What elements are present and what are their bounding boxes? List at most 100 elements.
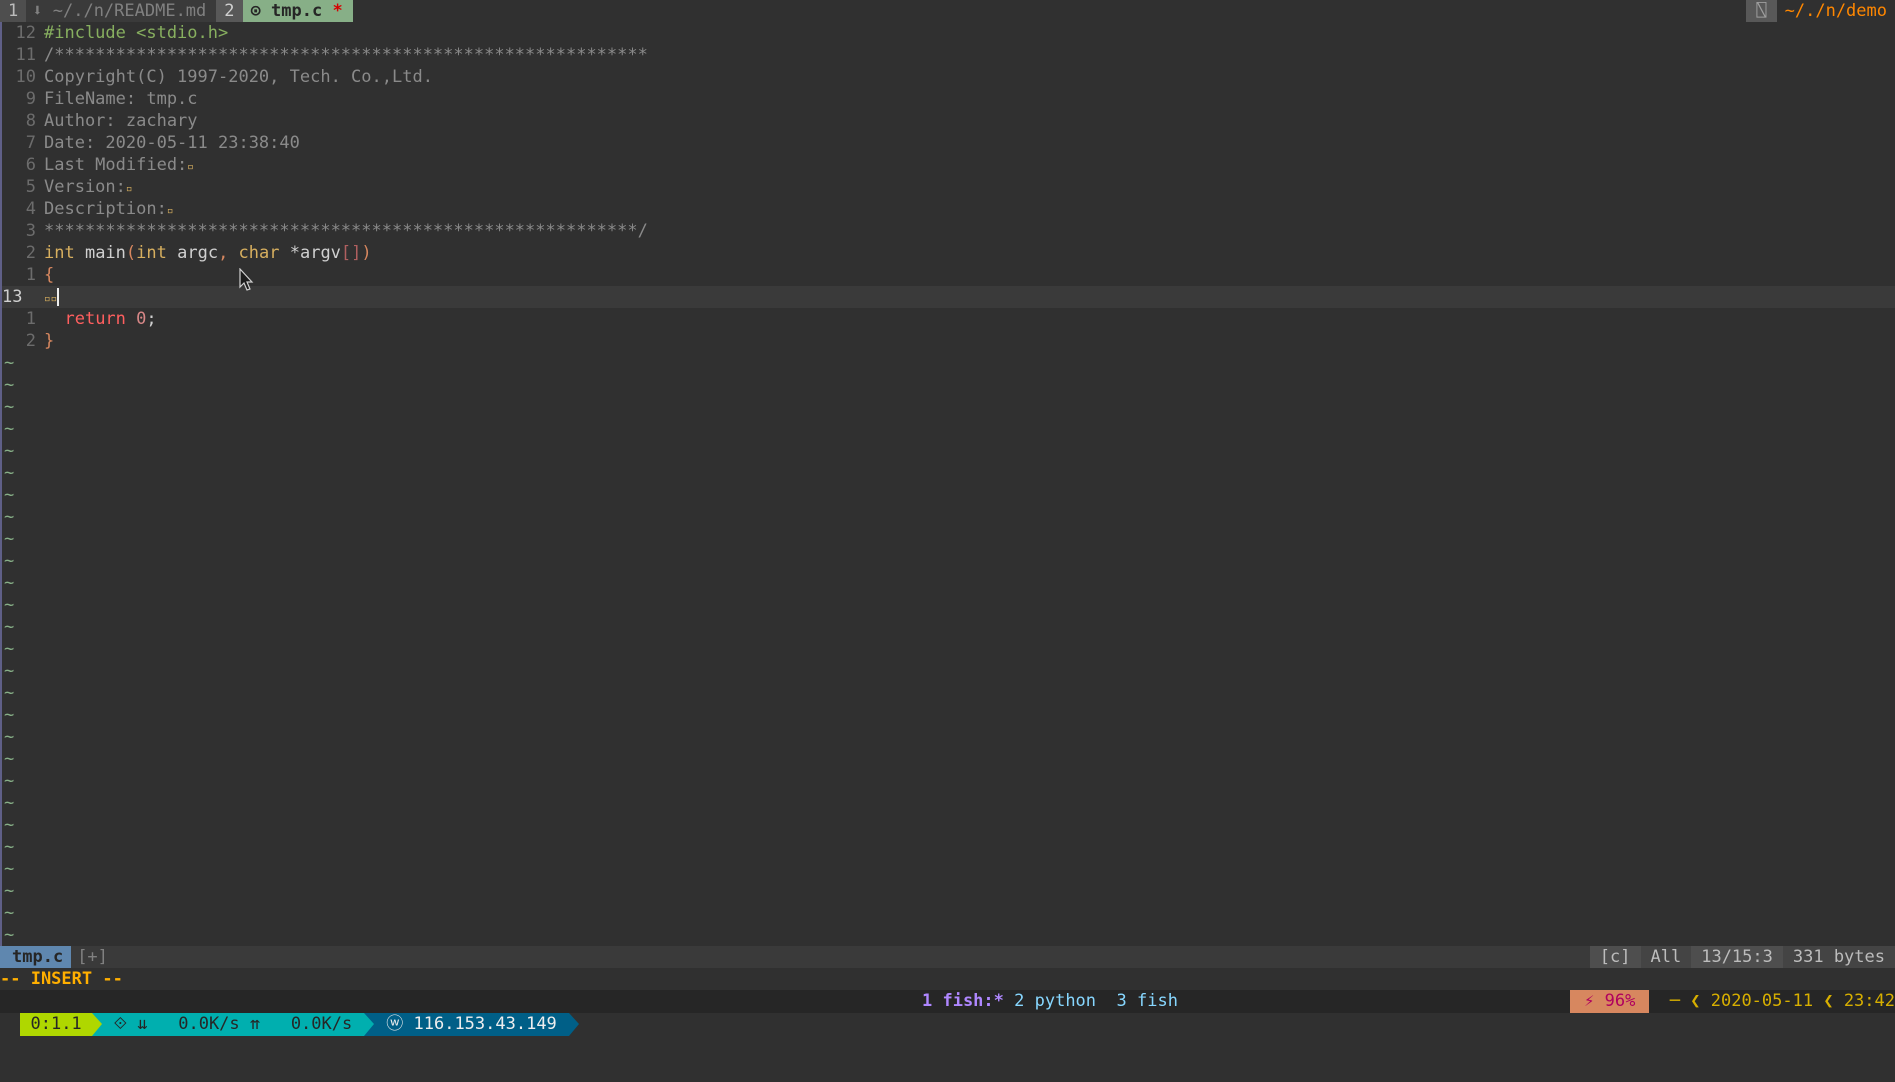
empty-line-tilde: ~ — [4, 925, 15, 945]
text-cursor — [57, 288, 60, 306]
empty-line-tilde: ~ — [4, 661, 15, 681]
line-number: 3 — [25, 221, 36, 241]
current-line-number: 13 — [2, 287, 23, 307]
code-line[interactable]: 3 ***************************************… — [2, 220, 648, 242]
code-line[interactable]: 1{ — [2, 264, 55, 286]
trailing-space-marker: ▫ — [125, 182, 133, 195]
tab-2-number[interactable]: 2 — [216, 0, 243, 22]
modified-indicator: * — [332, 1, 343, 21]
code-line[interactable]: 9 FileName: tmp.c — [2, 88, 198, 110]
empty-line-tilde: ~ — [4, 551, 15, 571]
empty-line-tilde: ~ — [4, 595, 15, 615]
tab-readme[interactable]: ⬇ ~/./n/README.md — [26, 0, 217, 22]
line-number: 9 — [25, 89, 36, 109]
code-text: Copyright(C) 1997-2020, Tech. Co.,Ltd. — [44, 67, 433, 87]
empty-line-tilde: ~ — [4, 441, 15, 461]
battery: ⚡ 96% — [1570, 990, 1650, 1013]
empty-line-tilde: ~ — [4, 815, 15, 835]
mode-indicator: -- INSERT -- — [0, 969, 123, 989]
current-directory: ~/./n/demo — [1784, 1, 1887, 21]
empty-line-tilde: ~ — [4, 529, 15, 549]
tab-readme-label: ~/./n/README.md — [52, 1, 207, 21]
code-line[interactable]: 6 Last Modified:▫ — [2, 154, 194, 176]
editor-buffer[interactable]: 12 #include <stdio.h> 11/****************… — [0, 22, 1895, 946]
empty-line-tilde: ~ — [4, 507, 15, 527]
line-number: 4 — [25, 199, 36, 219]
tmux-window-1[interactable]: 1 fish:* — [922, 991, 1004, 1011]
code-line[interactable]: 5 Version:▫ — [2, 176, 133, 198]
code-line[interactable]: 10 Copyright(C) 1997-2020, Tech. Co.,Ltd. — [2, 66, 433, 88]
code-line[interactable]: 11 /*************************************… — [2, 44, 648, 66]
line-number: 10 — [15, 67, 36, 87]
code-text: ****************************************… — [44, 221, 648, 241]
line-number: 5 — [25, 177, 36, 197]
code-text: /***************************************… — [44, 45, 648, 65]
tab-1-number[interactable]: 1 — [0, 0, 27, 22]
line-number: 2 — [25, 331, 36, 351]
code-text: #include <stdio.h> — [44, 23, 229, 43]
tmux-window-3[interactable]: 3 fish — [1117, 991, 1178, 1011]
status-cursor-position: 13/15:3 — [1691, 946, 1783, 968]
tmux-session: 0:1.1 — [20, 1013, 92, 1036]
code-text: Description: — [44, 199, 167, 219]
status-filename: tmp.c — [0, 946, 72, 968]
status-date: 2020-05-11 — [1710, 991, 1814, 1011]
code-text: FileName: tmp.c — [44, 89, 198, 109]
code-text: Date: 2020-05-11 23:38:40 — [44, 133, 300, 153]
ip-address: ⓦ 116.153.43.149 — [374, 1013, 569, 1036]
line-number: 6 — [25, 155, 36, 175]
code-text: return 0; — [64, 309, 157, 329]
code-line[interactable]: 4 Description:▫ — [2, 198, 174, 220]
tmux-window-2[interactable]: 2 python — [1014, 991, 1096, 1011]
mouse-pointer-icon — [239, 268, 254, 291]
battery-value: 96% — [1604, 991, 1636, 1011]
tmux-status-bar: 0:1.1 ⟐ ⇊ 0.0K/s ⇈ 0.0K/s ⓦ 116.153.43.149… — [0, 990, 1895, 1036]
empty-line-tilde: ~ — [4, 727, 15, 747]
indent-marker: ▫▫ — [44, 292, 58, 305]
c-file-icon: ⊙ — [250, 1, 261, 21]
status-line: tmp.c [+] [c] All 13/15:3 331 bytes — [0, 946, 1895, 968]
empty-line-tilde: ~ — [4, 881, 15, 901]
code-line[interactable]: 1 return 0; — [2, 308, 157, 330]
code-line[interactable]: 7 Date: 2020-05-11 23:38:40 — [2, 132, 300, 154]
trailing-space-marker: ▫ — [166, 204, 174, 217]
close-tab-icon[interactable]: ⍂ — [1746, 0, 1777, 22]
network-speed: ⟐ ⇊ 0.0K/s ⇈ 0.0K/s — [101, 1013, 365, 1036]
status-scroll-position: All — [1640, 946, 1692, 968]
battery-icon: ⚡ — [1584, 991, 1595, 1011]
separator-icon — [364, 1013, 375, 1036]
empty-line-tilde: ~ — [4, 617, 15, 637]
code-text: Version: — [44, 177, 126, 197]
line-number: 2 — [25, 243, 36, 263]
status-time: 23:42 — [1843, 991, 1895, 1011]
empty-line-tilde: ~ — [4, 793, 15, 813]
line-number: 12 — [15, 23, 36, 43]
tab-tmp-c[interactable]: ⊙ tmp.c * — [242, 0, 353, 22]
trailing-space-marker: ▫ — [187, 160, 194, 173]
empty-line-tilde: ~ — [4, 859, 15, 879]
status-right: [c] All 13/15:3 331 bytes — [1589, 946, 1895, 968]
empty-line-tilde: ~ — [4, 573, 15, 593]
code-line[interactable]: 2} — [2, 330, 55, 352]
current-line[interactable]: 13 ▫▫ — [2, 286, 1895, 308]
code-line[interactable]: 2 int main(int argc, char *argv[]) — [2, 242, 372, 264]
line-number: 1 — [25, 309, 36, 329]
empty-line-tilde: ~ — [4, 485, 15, 505]
globe-icon: ⓦ — [386, 1014, 404, 1034]
ip-address-value: 116.153.43.149 — [413, 1014, 557, 1034]
code-text: Author: zachary — [44, 111, 198, 131]
tmux-window-list: 1 fish:* 2 python 3 fish — [922, 990, 1178, 1013]
empty-line-tilde: ~ — [4, 397, 15, 417]
empty-line-tilde: ~ — [4, 419, 15, 439]
code-line[interactable]: 12 #include <stdio.h> — [2, 22, 229, 44]
code-line[interactable]: 8 Author: zachary — [2, 110, 198, 132]
tab-tmp-c-label: tmp.c — [271, 1, 323, 21]
empty-line-tilde: ~ — [4, 639, 15, 659]
line-number: 11 — [15, 45, 36, 65]
empty-line-tilde: ~ — [4, 903, 15, 923]
line-number: 8 — [25, 111, 36, 131]
separator-icon — [91, 1013, 102, 1036]
empty-line-tilde: ~ — [4, 463, 15, 483]
empty-line-tilde: ~ — [4, 353, 15, 373]
line-number: 7 — [25, 133, 36, 153]
